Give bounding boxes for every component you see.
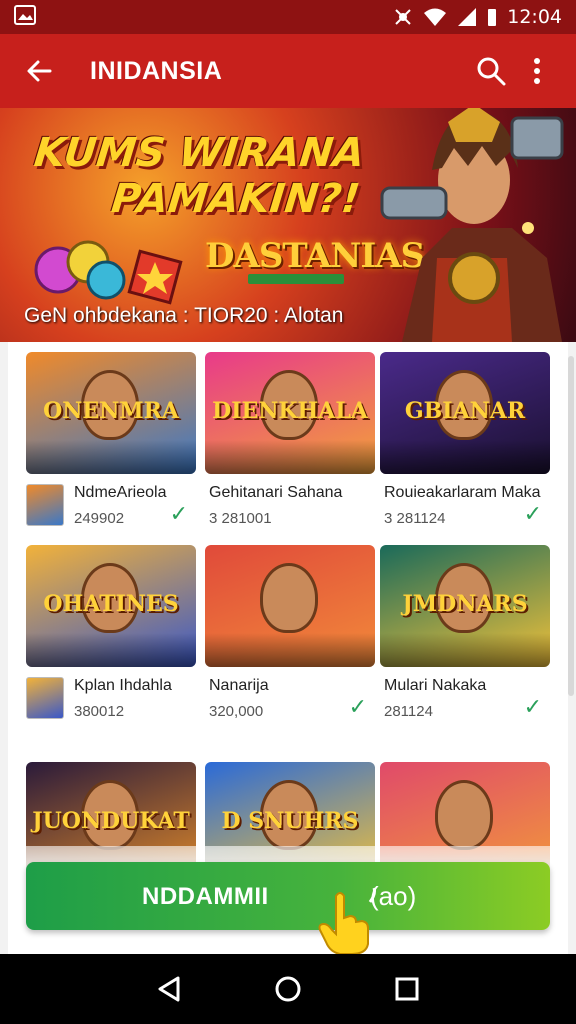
more-vert-icon — [534, 58, 540, 84]
nav-home-button[interactable] — [264, 965, 312, 1013]
game-info: Rouieakarlaram Maka 3 281124 ✓ — [380, 480, 550, 544]
back-button[interactable] — [16, 48, 62, 94]
game-info: Gehitanari Sahana 3 281001 — [205, 480, 375, 544]
status-time: 12:04 — [507, 6, 562, 28]
game-card[interactable]: DIENKHALA Gehitanari Sahana 3 281001 — [205, 352, 375, 544]
game-info: Kplan Ihdahla 380012 — [26, 673, 196, 737]
hero-illustration — [380, 108, 564, 342]
install-button-suffix: (ao) — [370, 881, 417, 911]
game-thumbnail[interactable]: OHATINES — [26, 545, 196, 667]
game-art-shade — [26, 633, 196, 667]
network-activity-icon — [395, 9, 411, 25]
search-icon — [477, 57, 506, 86]
game-thumbnail-title: OHATINES — [43, 591, 179, 617]
game-thumbnail-title: GBIANAR — [404, 398, 526, 424]
game-icon — [26, 677, 64, 719]
game-name: Rouieakarlaram Maka — [384, 484, 541, 501]
game-download-count: 320,000 — [209, 703, 264, 720]
banner-headline: KUMS WIRANA PAMAKIN?! — [27, 130, 367, 222]
game-art-shade — [380, 440, 550, 474]
banner-headline-line1: KUMS WIRANA — [32, 130, 367, 176]
game-card[interactable]: OHATINES Kplan Ihdahla 380012 — [26, 545, 196, 737]
install-button[interactable]: NDDAMMII (ao) — [26, 862, 550, 955]
game-icon — [26, 484, 64, 526]
game-download-count: 3 281001 — [209, 510, 272, 527]
search-button[interactable] — [468, 48, 514, 94]
signal-icon — [458, 8, 477, 26]
game-info: Nanarija 320,000 ✓ — [205, 673, 375, 737]
game-thumbnail-title: D SNUHRS — [221, 808, 359, 834]
game-card[interactable]: Nanarija 320,000 ✓ — [205, 545, 375, 737]
installed-check-icon: ✓ — [523, 695, 542, 720]
game-art-shade — [380, 633, 550, 667]
game-download-count: 380012 — [74, 703, 125, 720]
game-thumbnail[interactable]: DIENKHALA — [205, 352, 375, 474]
game-name: NdmeArieola — [74, 484, 167, 501]
game-card[interactable]: JMDNARS Mulari Nakaka 281124 ✓ — [380, 545, 550, 737]
game-name: Gehitanari Sahana — [209, 484, 343, 501]
game-download-count: 281124 — [384, 703, 433, 720]
promo-banner[interactable]: KUMS WIRANA PAMAKIN?! DASTANIAS GeN ohbd… — [0, 108, 576, 342]
wifi-icon — [424, 8, 447, 26]
more-options-button[interactable] — [514, 48, 560, 94]
banner-headline-line2: PAMAKIN?! — [109, 176, 363, 222]
installed-check-icon: ✓ — [348, 695, 367, 720]
game-art-shade — [205, 440, 375, 474]
game-thumbnail[interactable] — [205, 545, 375, 667]
game-info: Mulari Nakaka 281124 ✓ — [380, 673, 550, 737]
game-art-shade — [26, 440, 196, 474]
game-thumbnail-title: ONENMRA — [43, 398, 179, 424]
home-circle-icon — [275, 976, 301, 1002]
game-character-art — [435, 780, 493, 850]
battery-icon — [488, 9, 497, 26]
installed-check-icon: ✓ — [169, 502, 188, 527]
game-download-count: 249902 — [74, 510, 125, 527]
nav-back-button[interactable] — [145, 965, 193, 1013]
nav-recents-button[interactable] — [383, 965, 431, 1013]
game-card[interactable]: ONENMRA NdmeArieola 249902 ✓ — [26, 352, 196, 544]
install-button-label: NDDAMMII — [142, 883, 269, 910]
game-thumbnail-title: JMDNARS — [402, 591, 528, 617]
game-card[interactable]: GBIANAR Rouieakarlaram Maka 3 281124 ✓ — [380, 352, 550, 544]
game-art-shade — [205, 633, 375, 667]
game-character-art — [260, 563, 318, 633]
game-info: NdmeArieola 249902 ✓ — [26, 480, 196, 544]
app-bar: INIDANSIA — [0, 34, 576, 108]
gallery-icon — [14, 4, 36, 25]
scrollbar[interactable] — [568, 356, 574, 696]
gems-illustration — [34, 240, 183, 305]
status-bar: 12:04 — [0, 0, 576, 34]
game-thumbnail[interactable]: ONENMRA — [26, 352, 196, 474]
back-arrow-icon — [27, 60, 52, 82]
system-nav-bar — [0, 954, 576, 1024]
banner-caption: GeN ohbdekana : TIOR20 : Alotan — [24, 304, 344, 327]
game-name: Nanarija — [209, 677, 269, 694]
back-triangle-icon — [158, 976, 180, 1002]
recents-square-icon — [395, 977, 419, 1001]
page-title: INIDANSIA — [90, 56, 223, 85]
game-download-count: 3 281124 — [384, 510, 446, 527]
game-name: Mulari Nakaka — [384, 677, 487, 694]
game-thumbnail[interactable]: GBIANAR — [380, 352, 550, 474]
game-thumbnail-title: DIENKHALA — [212, 398, 368, 424]
installed-check-icon: ✓ — [523, 502, 542, 527]
banner-game-logo-ribbon — [248, 274, 344, 284]
game-thumbnail-title: JUONDUKAT — [32, 808, 190, 834]
game-name: Kplan Ihdahla — [74, 677, 172, 694]
game-thumbnail[interactable]: JMDNARS — [380, 545, 550, 667]
